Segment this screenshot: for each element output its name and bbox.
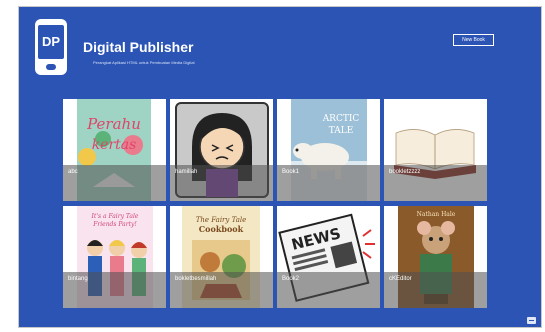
book-label: Book1 [282,169,300,175]
book-label: abc [68,169,78,175]
book-tile-abc[interactable]: Perahu kertas abc [63,99,166,201]
app-logo-text: DP [38,25,64,59]
new-book-button[interactable]: New Book [453,34,494,46]
app-subtitle: Perangkat Aplikasi HTML untuk Pembuatan … [93,60,195,65]
cover-title-2: TALE [329,126,354,136]
book-tile-bookletzzzz[interactable]: bookletzzzz [384,99,487,201]
cover-title-1: It's a Fairy Tale [91,213,139,220]
book-tile-bintang[interactable]: It's a Fairy Tale Friends Party! bintang [63,206,166,308]
book-label: cKEditor [389,276,412,282]
book-tile-hamillah[interactable]: hamillah [170,99,273,201]
book-label: bokletbesmillah [175,276,217,282]
app-logo-icon: DP [35,19,67,75]
book-tile-book1[interactable]: ARCTIC TALE Book1 [277,99,380,201]
book-label: Book2 [282,276,300,282]
book-label: bintang [68,276,88,282]
cover-title-2: kertas [92,137,137,153]
book-label: bookletzzzz [389,169,421,175]
cover-title-1: Perahu [86,115,141,133]
book-tile-book2[interactable]: NEWS Book2 [277,206,380,308]
cover-title-2: Friends Party! [92,221,137,228]
cover-title-1: The Fairy Tale [196,216,247,224]
book-grid: Perahu kertas abc hamillah ARCTIC TALE B… [63,99,487,308]
book-label: hamillah [175,169,198,175]
cover-title-1: Nathan Hale [417,211,456,218]
app-title: Digital Publisher [83,39,194,55]
book-tile-bokletbesmillah[interactable]: The Fairy Tale Cookbook bokletbesmillah [170,206,273,308]
cover-title-2: Cookbook [199,224,244,234]
app-window: DP Digital Publisher Perangkat Aplikasi … [18,6,542,328]
book-tile-ckeditor[interactable]: Nathan Hale cKEditor [384,206,487,308]
cover-title-1: ARCTIC [322,114,360,124]
minimize-icon[interactable] [527,317,536,324]
